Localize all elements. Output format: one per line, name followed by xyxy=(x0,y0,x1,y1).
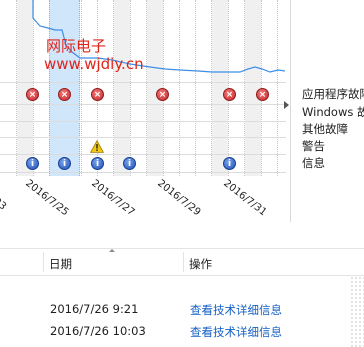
info-icon[interactable]: i xyxy=(91,157,104,170)
error-icon[interactable]: × xyxy=(256,88,269,101)
error-icon[interactable]: × xyxy=(58,88,71,101)
table-cell-date: 2016/7/26 10:03 xyxy=(50,324,146,338)
error-icon[interactable]: × xyxy=(26,88,39,101)
watermark-url: www.wjdiy.cn xyxy=(44,55,144,73)
error-icon[interactable]: × xyxy=(156,88,169,101)
chart-footer-space xyxy=(0,222,364,248)
row-line xyxy=(0,121,286,122)
row-line xyxy=(0,104,286,105)
row-line xyxy=(0,172,286,173)
date-label: 23 xyxy=(0,196,9,213)
legend-misc-failures: 其他故障 xyxy=(302,122,348,136)
column-header-action[interactable]: 操作 xyxy=(189,256,212,272)
legend-application-failures: 应用程序故障 xyxy=(302,87,364,101)
legend-warnings: 警告 xyxy=(302,139,325,153)
warning-icon[interactable] xyxy=(90,140,104,153)
column-header-date[interactable]: 日期 xyxy=(49,256,72,272)
date-label: 2016/7/25 xyxy=(23,178,71,219)
date-label: 2016/7/29 xyxy=(155,178,203,219)
error-icon[interactable]: × xyxy=(91,88,104,101)
chart-border xyxy=(290,0,291,222)
watermark-text: 网际电子 xyxy=(46,37,107,55)
row-line xyxy=(0,82,286,83)
table-cell-date: 2016/7/26 9:21 xyxy=(50,302,139,316)
expand-legend-icon[interactable] xyxy=(284,101,289,109)
date-label: 2016/7/31 xyxy=(221,178,269,219)
row-line xyxy=(0,154,286,155)
column-divider[interactable] xyxy=(43,252,44,272)
view-technical-details-link[interactable]: 查看技术详细信息 xyxy=(190,302,282,318)
sort-ascending-icon xyxy=(109,249,115,252)
view-technical-details-link[interactable]: 查看技术详细信息 xyxy=(190,324,282,340)
info-icon[interactable]: i xyxy=(58,157,71,170)
legend-windows-failures: Windows 故 xyxy=(302,105,364,119)
info-icon[interactable]: i xyxy=(26,157,39,170)
row-line xyxy=(0,137,286,138)
error-icon[interactable]: × xyxy=(223,88,236,101)
info-icon[interactable]: i xyxy=(123,157,136,170)
reliability-chart: × × × × × × i i i i i 23 2016/7/25 2016/… xyxy=(0,0,290,222)
resize-grip xyxy=(350,276,364,347)
date-label: 2016/7/27 xyxy=(89,178,137,219)
info-icon[interactable]: i xyxy=(223,157,236,170)
legend-information: 信息 xyxy=(302,156,325,170)
column-divider[interactable] xyxy=(183,252,184,272)
